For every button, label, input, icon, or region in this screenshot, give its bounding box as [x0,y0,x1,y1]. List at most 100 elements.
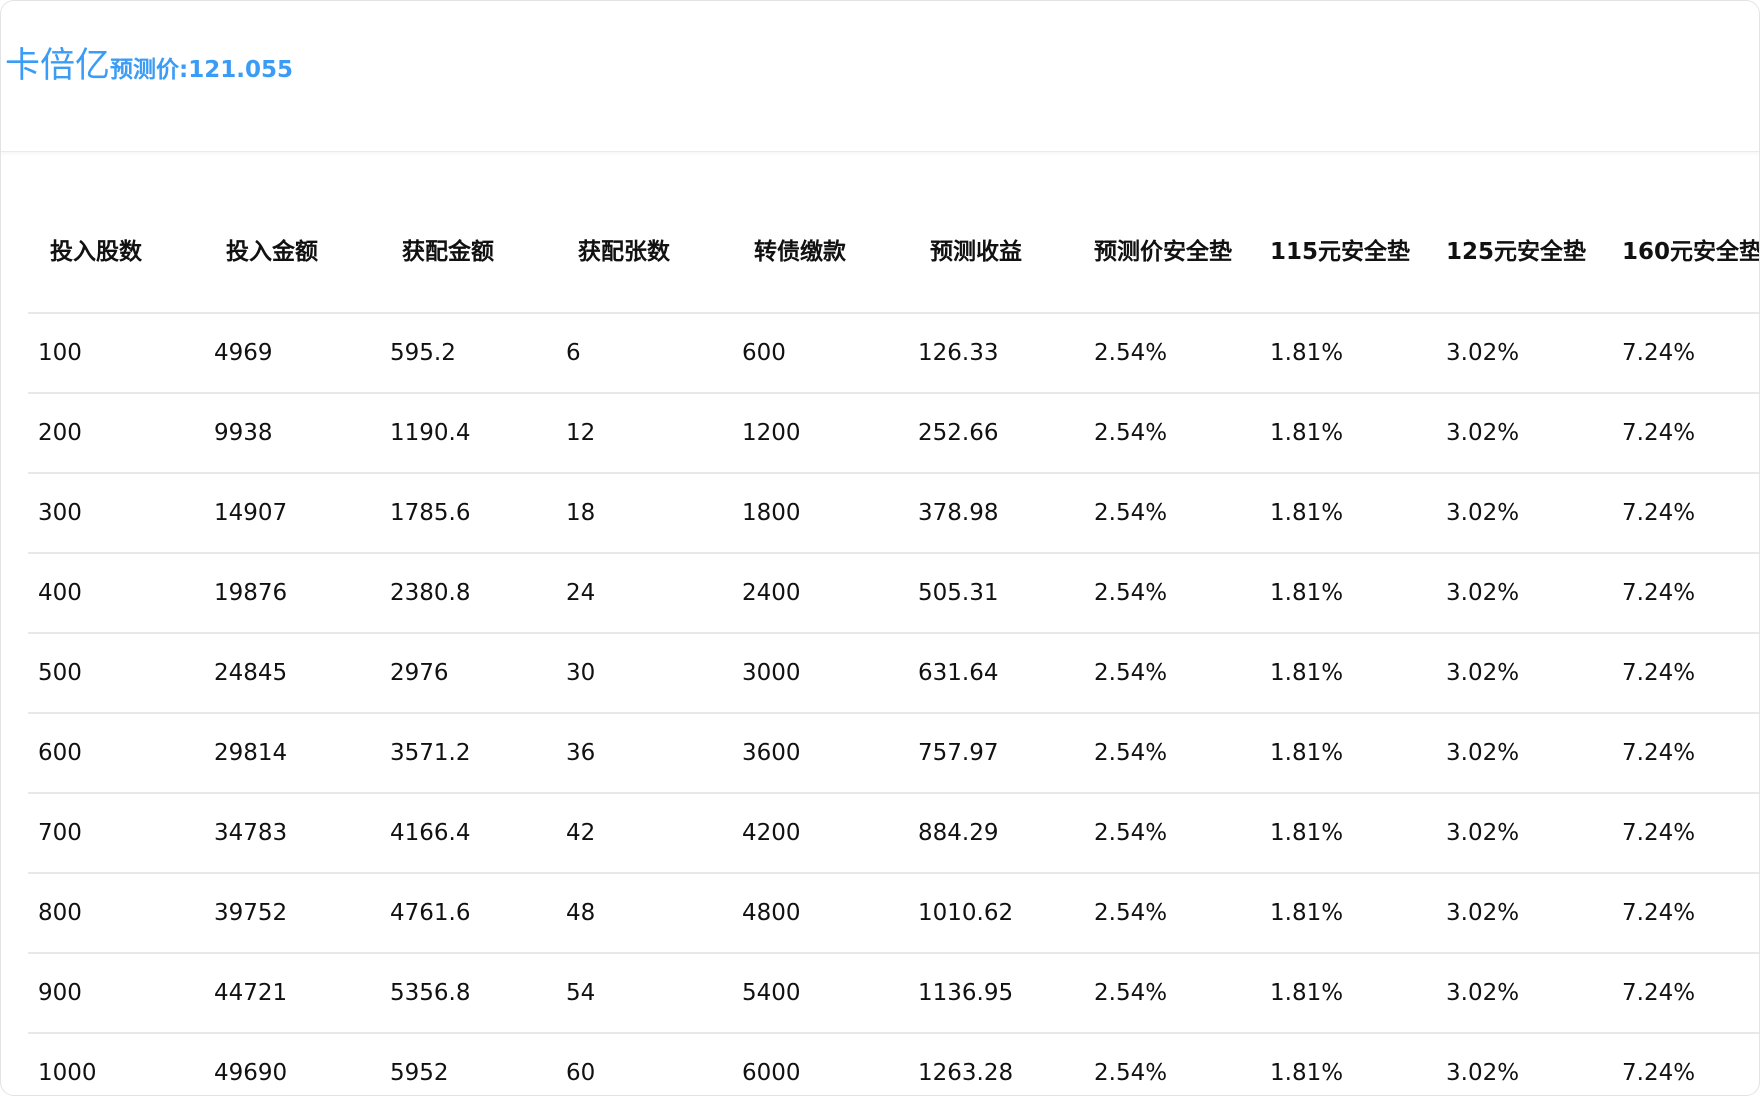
cell-125-cushion: 3.02% [1436,473,1612,554]
cell-allocated-lots: 24 [556,553,732,634]
cell-shares: 700 [28,793,204,874]
cell-bond-payment: 4200 [732,793,908,874]
table-row: 100 4969 595.2 6 600 126.33 2.54% 1.81% 3.02% 7.2… [28,313,1759,394]
cell-allocated-amount: 5356.8 [380,953,556,1034]
cell-allocated-lots: 42 [556,793,732,874]
cell-predicted-profit: 252.66 [908,393,1084,474]
cell-125-cushion: 3.02% [1436,1033,1612,1095]
cell-allocated-lots: 18 [556,473,732,554]
cell-predicted-profit: 378.98 [908,473,1084,554]
cell-investment: 39752 [204,873,380,954]
cell-bond-payment: 600 [732,313,908,394]
cell-investment: 24845 [204,633,380,714]
cell-125-cushion: 3.02% [1436,793,1612,874]
cell-160-cushion: 7.24% [1612,793,1759,874]
cell-allocated-lots: 48 [556,873,732,954]
cell-bond-payment: 2400 [732,553,908,634]
cell-shares: 400 [28,553,204,634]
cell-115-cushion: 1.81% [1260,633,1436,714]
cell-115-cushion: 1.81% [1260,473,1436,554]
header-panel: 卡倍亿预测价:121.055 [1,1,1759,152]
cell-shares: 100 [28,313,204,394]
cell-shares: 800 [28,873,204,954]
app-frame: 卡倍亿预测价:121.055 投入股数 投入金额 获配金额 获配张数 转债缴款 … [0,0,1760,1096]
cell-bond-payment: 5400 [732,953,908,1034]
cell-160-cushion: 7.24% [1612,313,1759,394]
table-header: 投入股数 投入金额 获配金额 获配张数 转债缴款 预测收益 预测价安全垫 115… [28,191,1759,314]
cell-allocated-lots: 36 [556,713,732,794]
cell-investment: 29814 [204,713,380,794]
column-header-115-cushion: 115元安全垫 [1260,191,1436,314]
cell-bond-payment: 4800 [732,873,908,954]
cell-predicted-cushion: 2.54% [1084,633,1260,714]
cell-bond-payment: 1200 [732,393,908,474]
table-row: 800 39752 4761.6 48 4800 1010.62 2.54% 1.81% 3.0… [28,873,1759,954]
cell-predicted-cushion: 2.54% [1084,313,1260,394]
cell-allocated-amount: 595.2 [380,313,556,394]
cell-investment: 9938 [204,393,380,474]
cell-125-cushion: 3.02% [1436,953,1612,1034]
cell-bond-payment: 6000 [732,1033,908,1095]
cell-160-cushion: 7.24% [1612,953,1759,1034]
cell-shares: 1000 [28,1033,204,1095]
cell-predicted-cushion: 2.54% [1084,473,1260,554]
table-row: 600 29814 3571.2 36 3600 757.97 2.54% 1.81% 3.02… [28,713,1759,794]
cell-shares: 200 [28,393,204,474]
cell-investment: 34783 [204,793,380,874]
cell-shares: 300 [28,473,204,554]
column-header-investment: 投入金额 [204,191,380,314]
cell-160-cushion: 7.24% [1612,633,1759,714]
table-header-row: 投入股数 投入金额 获配金额 获配张数 转债缴款 预测收益 预测价安全垫 115… [28,191,1759,314]
cell-allocated-lots: 12 [556,393,732,474]
cell-160-cushion: 7.24% [1612,1033,1759,1095]
cell-125-cushion: 3.02% [1436,713,1612,794]
cell-115-cushion: 1.81% [1260,313,1436,394]
cell-allocated-lots: 54 [556,953,732,1034]
cell-115-cushion: 1.81% [1260,1033,1436,1095]
cell-predicted-cushion: 2.54% [1084,873,1260,954]
cell-allocated-amount: 1785.6 [380,473,556,554]
cell-shares: 600 [28,713,204,794]
cell-125-cushion: 3.02% [1436,393,1612,474]
cell-115-cushion: 1.81% [1260,873,1436,954]
table-row: 200 9938 1190.4 12 1200 252.66 2.54% 1.81% 3.02%… [28,393,1759,474]
cell-predicted-cushion: 2.54% [1084,1033,1260,1095]
cell-investment: 14907 [204,473,380,554]
cell-allocated-amount: 4761.6 [380,873,556,954]
column-header-shares: 投入股数 [28,191,204,314]
cell-allocated-amount: 5952 [380,1033,556,1095]
cell-allocated-amount: 4166.4 [380,793,556,874]
cell-predicted-profit: 505.31 [908,553,1084,634]
table-row: 300 14907 1785.6 18 1800 378.98 2.54% 1.81% 3.02… [28,473,1759,554]
cell-allocated-amount: 1190.4 [380,393,556,474]
cell-predicted-cushion: 2.54% [1084,553,1260,634]
cell-predicted-profit: 884.29 [908,793,1084,874]
cell-shares: 500 [28,633,204,714]
cell-160-cushion: 7.24% [1612,553,1759,634]
column-header-allocated-lots: 获配张数 [556,191,732,314]
cell-115-cushion: 1.81% [1260,713,1436,794]
cell-investment: 19876 [204,553,380,634]
cell-125-cushion: 3.02% [1436,313,1612,394]
table-row: 900 44721 5356.8 54 5400 1136.95 2.54% 1.81% 3.0… [28,953,1759,1034]
cell-predicted-cushion: 2.54% [1084,793,1260,874]
cell-investment: 44721 [204,953,380,1034]
table-row: 700 34783 4166.4 42 4200 884.29 2.54% 1.81% 3.02… [28,793,1759,874]
cell-160-cushion: 7.24% [1612,473,1759,554]
cell-predicted-profit: 126.33 [908,313,1084,394]
cell-predicted-cushion: 2.54% [1084,953,1260,1034]
predicted-price-label: 预测价: [110,57,189,83]
cell-predicted-profit: 757.97 [908,713,1084,794]
allocation-table-container: 投入股数 投入金额 获配金额 获配张数 转债缴款 预测收益 预测价安全垫 115… [28,191,1759,1095]
cell-115-cushion: 1.81% [1260,553,1436,634]
cell-125-cushion: 3.02% [1436,633,1612,714]
column-header-bond-payment: 转债缴款 [732,191,908,314]
allocation-table: 投入股数 投入金额 获配金额 获配张数 转债缴款 预测收益 预测价安全垫 115… [28,191,1759,1095]
column-header-allocated-amount: 获配金额 [380,191,556,314]
cell-bond-payment: 3000 [732,633,908,714]
cell-115-cushion: 1.81% [1260,953,1436,1034]
table-row: 500 24845 2976 30 3000 631.64 2.54% 1.81% 3.02% 7… [28,633,1759,714]
cell-allocated-lots: 6 [556,313,732,394]
cell-allocated-lots: 60 [556,1033,732,1095]
cell-125-cushion: 3.02% [1436,873,1612,954]
